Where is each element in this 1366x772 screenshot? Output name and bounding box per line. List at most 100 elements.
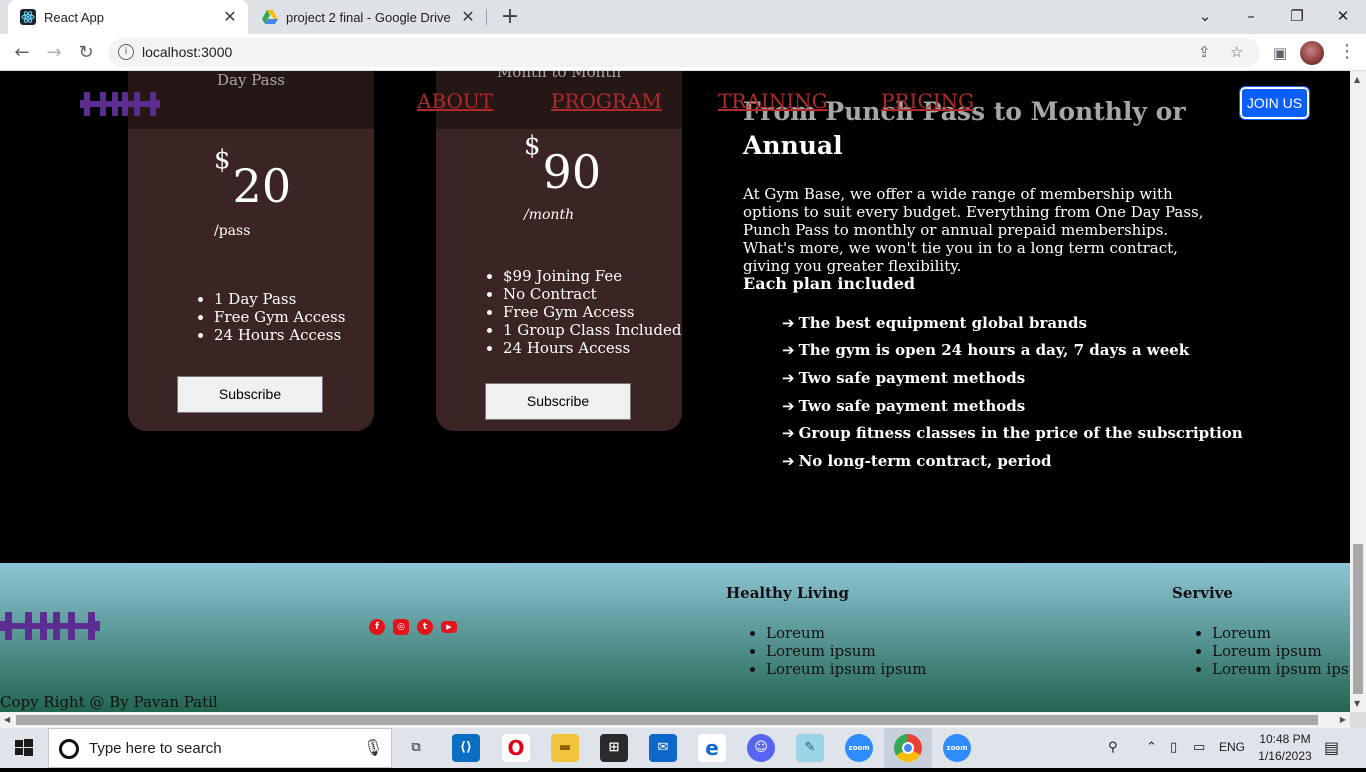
system-clock[interactable]: 10:48 PM 1/16/2023 bbox=[1250, 731, 1320, 765]
tab-close-icon[interactable]: ✕ bbox=[458, 7, 478, 27]
vertical-scrollbar[interactable]: ▲ ▼ bbox=[1350, 71, 1366, 712]
bookmark-star-icon[interactable]: ☆ bbox=[1230, 43, 1243, 61]
notifications-icon[interactable]: ▤ bbox=[1324, 738, 1339, 757]
price-value: 20 bbox=[232, 159, 292, 213]
forward-icon[interactable]: → bbox=[40, 39, 68, 67]
menu-kebab-icon[interactable]: ⋮ bbox=[1338, 41, 1356, 62]
list-item: $99 Joining Fee bbox=[503, 267, 681, 285]
tab-title: project 2 final - Google Drive bbox=[286, 9, 451, 25]
tab-react-app[interactable]: React App ✕ bbox=[8, 0, 248, 34]
scrollbar-thumb[interactable] bbox=[16, 715, 1318, 725]
search-placeholder: Type here to search bbox=[89, 740, 222, 757]
restore-icon[interactable]: ❐ bbox=[1274, 0, 1320, 34]
included-feature: ➔ Group fitness classes in the price of t… bbox=[782, 424, 1243, 442]
zoom-icon[interactable]: zoom bbox=[943, 734, 971, 762]
opera-icon[interactable]: O bbox=[502, 734, 530, 762]
new-tab-icon[interactable]: + bbox=[498, 4, 522, 30]
plan-price: $90 bbox=[524, 131, 601, 199]
nav-link-about[interactable]: ABOUT bbox=[417, 89, 493, 113]
twitter-icon[interactable]: t bbox=[417, 619, 433, 635]
youtube-icon[interactable]: ▶ bbox=[441, 621, 457, 633]
nav-link-pricing[interactable]: PRICING bbox=[881, 89, 974, 113]
scroll-left-icon[interactable]: ◀ bbox=[4, 715, 10, 724]
scrollbar-corner bbox=[1350, 712, 1366, 728]
back-icon[interactable]: ← bbox=[8, 39, 36, 67]
scroll-down-icon[interactable]: ▼ bbox=[1354, 699, 1360, 708]
currency-symbol: $ bbox=[214, 144, 231, 175]
subscribe-button[interactable]: Subscribe bbox=[485, 383, 631, 420]
arrow-right-icon: ➔ bbox=[782, 424, 795, 442]
side-panel-icon[interactable]: ▣ bbox=[1266, 39, 1294, 67]
scroll-right-icon[interactable]: ▶ bbox=[1340, 715, 1346, 724]
reload-icon[interactable]: ↻ bbox=[72, 39, 100, 67]
usb-icon[interactable]: ▯ bbox=[1170, 740, 1177, 755]
list-item[interactable]: Loreum ipsum ipsum bbox=[766, 660, 926, 678]
nav-link-training[interactable]: TRAINING bbox=[718, 89, 828, 113]
list-item[interactable]: Loreum bbox=[1212, 624, 1350, 642]
discord-icon[interactable]: ☺ bbox=[747, 734, 775, 762]
list-item[interactable]: Loreum ipsum bbox=[1212, 642, 1350, 660]
scroll-up-icon[interactable]: ▲ bbox=[1354, 75, 1360, 84]
microphone-icon[interactable]: 🎙 bbox=[363, 738, 383, 757]
plan-included-heading: Each plan included bbox=[743, 274, 916, 293]
edge-icon[interactable]: e bbox=[698, 734, 726, 762]
included-feature: ➔ No long-term contract, period bbox=[782, 452, 1052, 470]
list-item[interactable]: Loreum ipsum ipsum bbox=[1212, 660, 1350, 678]
taskbar-search-input[interactable]: Type here to search 🎙 bbox=[48, 728, 392, 768]
feature-text: Two safe payment methods bbox=[798, 397, 1026, 415]
join-us-button[interactable]: JOIN US bbox=[1239, 86, 1310, 120]
language-indicator[interactable]: ENG bbox=[1219, 740, 1245, 754]
facebook-icon[interactable]: f bbox=[369, 619, 385, 635]
list-item: 1 Day Pass bbox=[214, 290, 345, 308]
battery-icon[interactable]: ▭ bbox=[1193, 740, 1205, 755]
window-close-icon[interactable]: ✕ bbox=[1320, 0, 1366, 34]
site-footer: f ◎ t ▶ Healthy Living Loreum Loreum ips… bbox=[0, 563, 1350, 712]
file-explorer-icon[interactable]: ▬ bbox=[551, 734, 579, 762]
page-viewport: Day Pass $20 /pass 1 Day Pass Free Gym A… bbox=[0, 71, 1350, 712]
plan-period: /pass bbox=[214, 223, 251, 239]
share-icon[interactable]: ⇪ bbox=[1198, 43, 1211, 61]
notepad-icon[interactable]: ✎ bbox=[796, 734, 824, 762]
react-favicon-icon bbox=[20, 9, 36, 25]
profile-avatar[interactable] bbox=[1300, 41, 1324, 65]
feature-text: Group fitness classes in the price of th… bbox=[798, 424, 1243, 442]
task-view-icon[interactable]: ⧉ bbox=[402, 734, 430, 762]
address-toolbar: ← → ↻ i localhost:3000 ⇪ ☆ ▣ ⋮ bbox=[0, 34, 1366, 71]
footer-link-list: Loreum Loreum ipsum Loreum ipsum ipsum bbox=[1212, 624, 1350, 678]
vscode-icon[interactable]: ⟨⟩ bbox=[452, 734, 480, 762]
show-hidden-icons-icon[interactable]: ⌃ bbox=[1146, 740, 1157, 755]
instagram-icon[interactable]: ◎ bbox=[393, 619, 409, 635]
subscribe-button[interactable]: Subscribe bbox=[177, 376, 323, 413]
feature-text: The gym is open 24 hours a day, 7 days a… bbox=[798, 341, 1190, 359]
list-item: 1 Group Class Included bbox=[503, 321, 681, 339]
tab-close-icon[interactable]: ✕ bbox=[220, 7, 240, 27]
people-icon[interactable]: ⚲ bbox=[1108, 740, 1118, 755]
list-item: 24 Hours Access bbox=[503, 339, 681, 357]
horizontal-scrollbar[interactable]: ◀ ▶ bbox=[0, 712, 1350, 728]
currency-symbol: $ bbox=[524, 130, 541, 161]
chrome-icon[interactable] bbox=[894, 734, 922, 762]
list-item[interactable]: Loreum ipsum bbox=[766, 642, 926, 660]
included-feature: ➔ The best equipment global brands bbox=[782, 314, 1087, 332]
arrow-right-icon: ➔ bbox=[782, 314, 795, 332]
scrollbar-thumb[interactable] bbox=[1353, 544, 1363, 694]
feature-text: The best equipment global brands bbox=[798, 314, 1087, 332]
site-info-icon[interactable]: i bbox=[118, 44, 134, 60]
minimize-icon[interactable]: – bbox=[1228, 0, 1274, 34]
feature-text: Two safe payment methods bbox=[798, 369, 1026, 387]
tab-google-drive[interactable]: project 2 final - Google Drive ✕ bbox=[250, 0, 486, 34]
list-item: No Contract bbox=[503, 285, 681, 303]
included-feature: ➔ Two safe payment methods bbox=[782, 369, 1025, 387]
footer-link-list: Loreum Loreum ipsum Loreum ipsum ipsum bbox=[766, 624, 926, 678]
list-item[interactable]: Loreum bbox=[766, 624, 926, 642]
nav-link-program[interactable]: PROGRAM bbox=[551, 89, 662, 113]
footer-dumbbell-logo-icon[interactable] bbox=[0, 609, 100, 643]
dumbbell-logo-icon[interactable] bbox=[80, 89, 160, 119]
zoom-icon[interactable]: zoom bbox=[845, 734, 873, 762]
windows-start-icon[interactable] bbox=[0, 728, 48, 768]
mail-icon[interactable]: ✉ bbox=[649, 734, 677, 762]
address-input[interactable]: i localhost:3000 ⇪ ☆ bbox=[108, 38, 1260, 67]
arrow-right-icon: ➔ bbox=[782, 452, 795, 470]
tab-search-icon[interactable]: ⌄ bbox=[1182, 0, 1228, 34]
microsoft-store-icon[interactable]: ⊞ bbox=[600, 734, 628, 762]
